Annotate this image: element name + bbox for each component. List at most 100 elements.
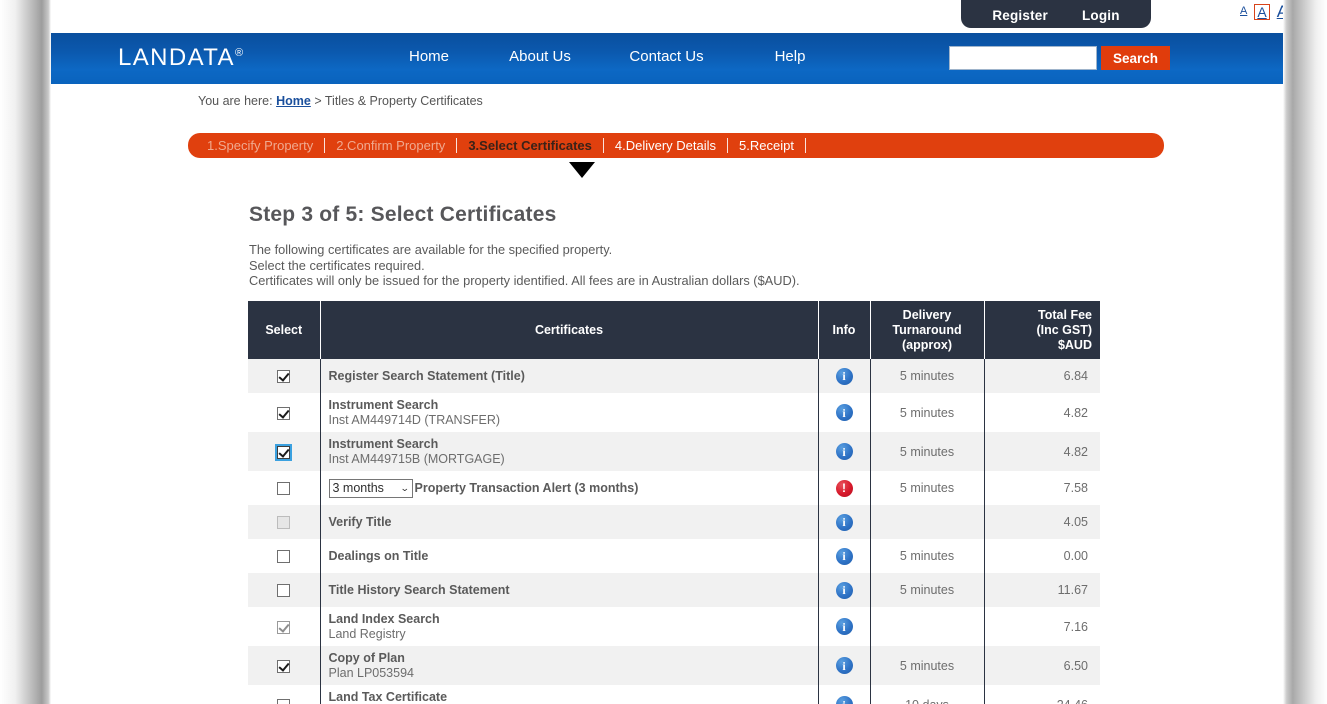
row-select-cell[interactable] [248,471,321,505]
site-logo[interactable]: LANDATA® [118,44,324,86]
table-row[interactable]: Copy of PlanPlan LP053594 5 minutes6.50 [248,646,1100,685]
info-icon[interactable] [835,581,853,599]
certificate-name-cell: Instrument Search Inst AM449715B (MORTGAG… [320,432,819,471]
font-size-small-button[interactable]: A [1238,5,1249,18]
turnaround-line-2: Turnaround [892,322,962,337]
row-info-cell[interactable] [818,505,871,539]
table-row[interactable]: Land Index SearchLand Registry 7.16 [248,607,1100,646]
intro-line-1: The following certificates are available… [249,242,613,257]
info-icon[interactable] [835,696,853,704]
delivery-turnaround-cell: 5 minutes [870,393,985,432]
total-fee-cell: 7.58 [1063,481,1088,495]
alert-icon[interactable] [835,479,853,497]
main-navigation-bar: LANDATA® Home About Us Contact Us Help S… [51,33,1283,86]
table-row[interactable]: Instrument Search Inst AM449715B (MORTGAG… [248,432,1100,471]
info-icon[interactable] [835,618,853,635]
step-2-confirm-property[interactable]: 2.Confirm Property [325,138,456,153]
table-row[interactable]: Title History Search Statement 5 minutes1… [248,573,1100,607]
table-row[interactable]: Register Search Statement (Title) 5 minut… [248,359,1100,393]
row-info-cell[interactable] [818,607,871,646]
register-link[interactable]: Register [992,8,1048,23]
breadcrumb-link-home[interactable]: Home [276,94,311,108]
table-row[interactable]: Instrument Search Inst AM449714D (TRANSFE… [248,393,1100,432]
certificate-name-cell: Title History Search Statement [320,573,819,607]
row-select-cell[interactable] [248,685,321,704]
row-select-cell[interactable] [248,393,321,432]
step-3-select-certificates: 3.Select Certificates [468,138,592,153]
row-info-cell[interactable] [818,471,871,505]
certificate-checkbox[interactable] [277,406,291,420]
info-icon[interactable] [835,657,853,674]
info-icon[interactable] [835,404,853,421]
nav-item-contact-us[interactable]: Contact Us [603,48,730,65]
alert-duration-select[interactable]: 3 months ⌄ [328,478,413,498]
certificate-checkbox[interactable] [277,659,291,673]
logo-underline [132,85,324,86]
font-size-large-button[interactable]: A [1275,2,1283,21]
fee-line-3: $AUD [1057,337,1092,352]
row-select-cell[interactable] [248,607,321,646]
column-header-select: Select [248,301,321,359]
table-row[interactable]: Dealings on Title 5 minutes 0.00 [248,539,1100,573]
registered-trademark-icon: ® [234,47,244,59]
utility-bar: Register Login A A A [51,0,1283,36]
search-button[interactable]: Search [1101,46,1171,70]
row-select-cell[interactable] [248,432,321,471]
delivery-turnaround-cell: 5 minutes [870,539,985,573]
row-info-cell[interactable] [818,359,871,393]
row-select-cell[interactable] [248,359,321,393]
step-separator [324,138,326,153]
step-1-specify-property[interactable]: 1.Specify Property [196,138,324,153]
info-icon[interactable] [835,367,853,385]
step-separator [727,138,729,153]
row-info-cell[interactable] [818,646,871,685]
row-select-cell[interactable] [248,505,321,539]
row-info-cell[interactable] [818,539,871,573]
certificate-checkbox[interactable] [277,482,291,496]
row-info-cell[interactable] [818,393,871,432]
certificate-checkbox[interactable] [277,550,291,564]
nav-item-home[interactable]: Home [381,48,477,65]
delivery-turnaround-cell: 10 days [870,685,985,704]
font-size-medium-button[interactable]: A [1254,3,1270,20]
certificate-subtitle: Plan LP053594 [328,665,415,680]
info-icon[interactable] [835,443,853,460]
certificate-checkbox[interactable] [277,370,291,384]
certificate-name-cell: Dealings on Title [320,539,819,573]
alert-duration-value: 3 months [332,481,384,495]
info-icon[interactable] [835,513,853,531]
certificate-checkbox[interactable] [275,443,293,461]
breadcrumb-separator: > [314,94,322,108]
table-row[interactable]: Verify Title 4.05 [248,505,1100,539]
certificate-title: Copy of Plan [328,650,405,665]
info-icon[interactable] [835,547,853,565]
logo-text: LANDATA [118,44,235,71]
row-info-cell[interactable] [818,573,871,607]
font-size-controls: A A A [1238,2,1283,21]
certificate-title: Register Search Statement (Title) [328,368,525,383]
row-select-cell[interactable] [248,539,321,573]
certificate-name-cell: 3 months ⌄ Property Transaction Alert (3 m… [320,471,819,505]
step-5-receipt: 5.Receipt [739,138,794,153]
certificate-title: Title History Search Statement [328,582,510,597]
row-info-cell[interactable] [818,432,871,471]
column-header-certificates: Certificates [320,301,819,359]
row-select-cell[interactable] [248,573,321,607]
total-fee-cell: 11.67 [984,573,1100,607]
step-4-delivery-details: 4.Delivery Details [614,138,717,153]
nav-item-help[interactable]: Help [730,48,850,65]
table-row[interactable]: 3 months ⌄ Property Transaction Alert (3 m… [248,471,1100,505]
certificate-checkbox[interactable] [277,584,291,598]
table-row[interactable]: Land Tax CertificateState Revenue Office… [248,685,1100,704]
row-info-cell[interactable] [818,685,871,704]
row-select-cell[interactable] [248,646,321,685]
certificate-checkbox[interactable] [277,698,291,704]
page-title: Step 3 of 5: Select Certificates [249,203,557,226]
nav-links: Home About Us Contact Us Help [381,48,911,65]
search-input[interactable] [949,46,1097,70]
login-link[interactable]: Login [1082,8,1120,23]
certificate-checkbox[interactable] [277,620,291,634]
delivery-turnaround-cell: 5 minutes [870,359,985,393]
site-search: Search [949,46,1171,70]
nav-item-about-us[interactable]: About Us [477,48,603,65]
